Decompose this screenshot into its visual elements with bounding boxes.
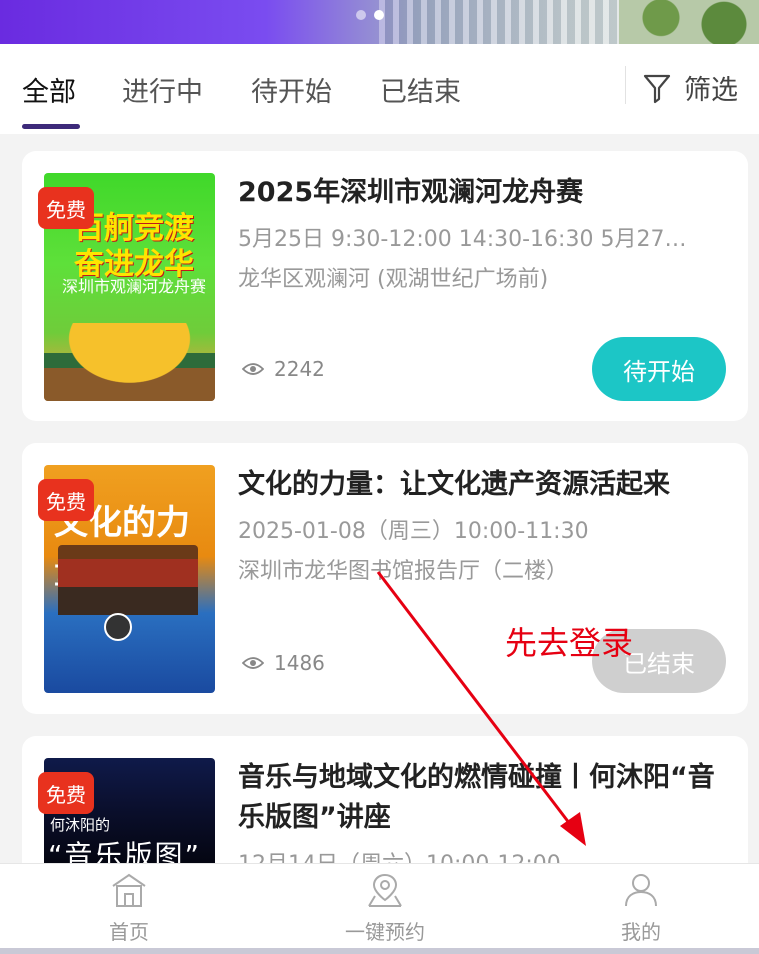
bottom-navigation: 首页 一键预约 我的 xyxy=(0,863,759,954)
event-location: 深圳市龙华图书馆报告厅（二楼） xyxy=(238,559,569,584)
dragon-illustration xyxy=(44,323,215,401)
free-badge: 免费 xyxy=(38,187,94,229)
speaker-photo xyxy=(104,613,132,641)
event-time: 2025-01-08（周三）10:00-11:30 xyxy=(238,519,589,544)
poster-text: 何沐阳的 xyxy=(50,816,111,834)
nav-home[interactable]: 首页 xyxy=(49,872,209,945)
tab-all[interactable]: 全部 xyxy=(22,70,76,109)
view-count-value: 1486 xyxy=(274,651,325,675)
carousel-dots xyxy=(356,10,384,20)
tab-bar: 全部 进行中 待开始 已结束 筛选 xyxy=(0,44,759,134)
tab-divider xyxy=(625,66,626,104)
user-icon xyxy=(625,874,657,907)
nav-mine-label: 我的 xyxy=(621,920,661,944)
filter-icon xyxy=(643,74,671,103)
view-count: 2242 xyxy=(242,357,325,381)
nav-reserve-label: 一键预约 xyxy=(345,920,425,944)
nav-mine[interactable]: 我的 xyxy=(561,872,721,945)
status-button-upcoming[interactable]: 待开始 xyxy=(592,337,726,401)
event-title[interactable]: 文化的力量：让文化遗产资源活起来 xyxy=(238,465,718,505)
nav-reserve[interactable]: 一键预约 xyxy=(305,872,465,945)
tab-ended[interactable]: 已结束 xyxy=(380,70,461,109)
poster-text: 深圳市观澜河龙舟赛 xyxy=(62,277,207,296)
carousel-dot[interactable] xyxy=(356,10,366,20)
nav-home-label: 首页 xyxy=(109,920,149,944)
palace-illustration xyxy=(58,545,198,615)
home-icon xyxy=(112,873,146,907)
event-title[interactable]: 2025年深圳市观澜河龙舟赛 xyxy=(238,173,718,213)
event-time: 5月25日 9:30-12:00 14:30-16:30 5月27日 9:30-… xyxy=(238,227,708,252)
tab-ongoing[interactable]: 进行中 xyxy=(122,70,203,109)
top-banner-carousel[interactable] xyxy=(0,0,759,44)
filter-button[interactable]: 筛选 xyxy=(642,68,738,107)
event-card[interactable]: 百舸竞渡 奋进龙华 深圳市观澜河龙舟赛 免费 2025年深圳市观澜河龙舟赛 5月… xyxy=(22,151,748,421)
map-pin-icon xyxy=(368,873,402,907)
free-badge: 免费 xyxy=(38,479,94,521)
eye-icon xyxy=(242,657,264,669)
tab-upcoming[interactable]: 待开始 xyxy=(251,70,332,109)
view-count-value: 2242 xyxy=(274,357,325,381)
event-location: 龙华区观澜河 (观湖世纪广场前) xyxy=(238,267,549,292)
carousel-dot-active[interactable] xyxy=(374,10,384,20)
eye-icon xyxy=(242,363,264,375)
bottom-edge-bar xyxy=(0,948,759,954)
banner-tree-image xyxy=(619,0,759,44)
annotation-text: 先去登录 xyxy=(505,624,634,662)
view-count: 1486 xyxy=(242,651,325,675)
event-title[interactable]: 音乐与地域文化的燃情碰撞丨何沐阳“音乐版图”讲座 xyxy=(238,758,718,838)
active-tab-indicator xyxy=(22,124,80,129)
filter-label: 筛选 xyxy=(684,75,738,106)
free-badge: 免费 xyxy=(38,772,94,814)
event-card[interactable]: 文化的力量 免费 文化的力量：让文化遗产资源活起来 2025-01-08（周三）… xyxy=(22,443,748,714)
